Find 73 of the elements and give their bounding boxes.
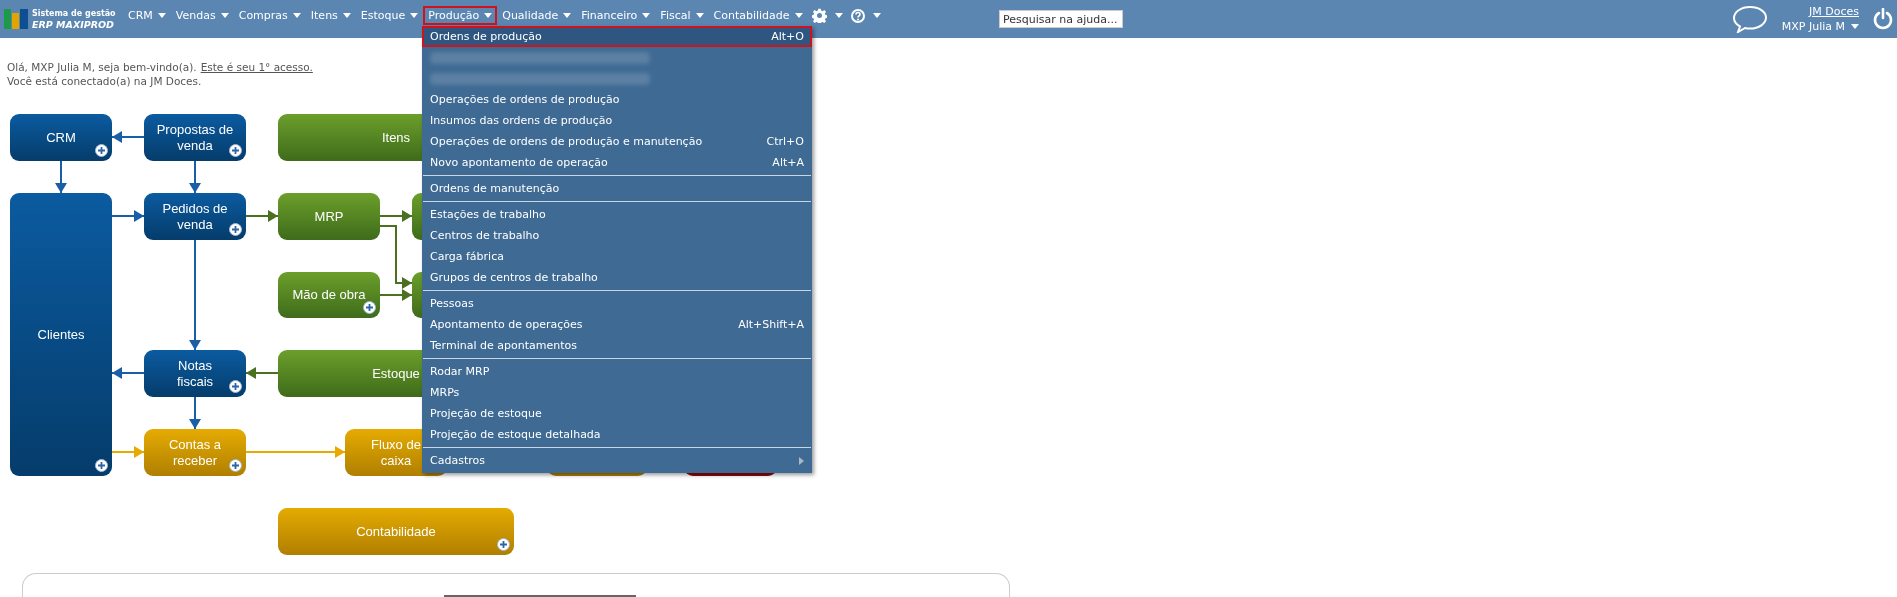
caret-icon — [220, 13, 229, 18]
caret-icon — [342, 13, 351, 18]
nav-menu-item[interactable]: Itens — [305, 6, 356, 25]
menu-item[interactable]: Ordens de produção Alt+O — [422, 26, 812, 47]
add-icon[interactable] — [229, 144, 242, 157]
nav-menu-item[interactable]: Produção — [423, 6, 498, 25]
welcome-text: Olá, MXP Julia M, seja bem-vindo(a). — [7, 60, 197, 74]
flow-node[interactable]: CRM — [10, 114, 112, 161]
company-link[interactable]: JM Doces — [1809, 5, 1859, 18]
caret-icon — [157, 13, 166, 18]
add-icon[interactable] — [229, 459, 242, 472]
nav-menu-item[interactable]: Vendas — [170, 6, 234, 25]
nav-menu-item[interactable]: Financeiro — [576, 6, 656, 25]
chat-bubble-icon[interactable] — [1731, 5, 1768, 33]
flow-node[interactable]: Notas fiscais — [144, 350, 246, 397]
caret-icon — [642, 13, 651, 18]
flow-node[interactable]: Contas a receber — [144, 429, 246, 476]
logo-icon — [4, 7, 28, 31]
connector-arrow — [55, 160, 67, 194]
menu-item[interactable]: Projeção de estoque — [422, 403, 812, 424]
caret-icon — [872, 13, 881, 18]
connection-text: Você está conectado(a) na JM Doces. — [7, 74, 202, 88]
user-menu-button[interactable]: MXP Julia M — [1781, 20, 1859, 33]
help-icon — [850, 8, 865, 23]
caret-icon — [292, 13, 301, 18]
caret-icon — [834, 13, 843, 18]
caret-icon — [794, 13, 803, 18]
add-icon[interactable] — [229, 380, 242, 393]
menu-item[interactable]: Pessoas — [422, 293, 812, 314]
add-icon[interactable] — [363, 301, 376, 314]
menu-item[interactable]: Grupos de centros de trabalho — [422, 267, 812, 288]
caret-icon — [563, 13, 572, 18]
connector-arrow — [111, 131, 145, 143]
menu-item[interactable]: Ordens de manutenção — [422, 178, 812, 199]
caret-icon — [484, 13, 493, 18]
nav-menu-item[interactable]: CRM — [123, 6, 171, 25]
add-icon[interactable] — [497, 538, 510, 551]
nav-menu-item[interactable]: Estoque — [355, 6, 424, 25]
caret-icon — [410, 13, 419, 18]
help-search-field[interactable]: Pesquisar na ajuda... — [999, 10, 1123, 28]
connector-arrow — [111, 210, 145, 222]
connector-arrow — [245, 210, 279, 222]
connector-arrow — [111, 446, 145, 458]
nav-menu-item[interactable]: Qualidade — [497, 6, 577, 25]
flow-node[interactable]: Mão de obra — [278, 272, 380, 318]
flow-node[interactable]: Clientes — [10, 193, 112, 476]
connector-arrow — [189, 396, 201, 430]
connector-arrow — [189, 160, 201, 194]
flow-node[interactable]: Pedidos de venda — [144, 193, 246, 240]
power-icon[interactable] — [1873, 8, 1893, 30]
caret-icon — [1851, 24, 1859, 29]
nav-menu-item[interactable]: Contabilidade — [708, 6, 808, 25]
connector-arrow — [245, 367, 279, 379]
add-icon[interactable] — [95, 144, 108, 157]
menu-item[interactable]: Estações de trabalho — [422, 204, 812, 225]
submenu-arrow-icon — [799, 456, 804, 465]
nav-menu-item[interactable]: Fiscal — [655, 6, 709, 25]
nav-menu-item[interactable]: Compras — [233, 6, 306, 25]
menu-item[interactable]: Carga fábrica — [422, 246, 812, 267]
flow-node[interactable]: MRP — [278, 193, 380, 240]
settings-icon — [811, 8, 827, 23]
menu-item[interactable]: Centros de trabalho — [422, 225, 812, 246]
menu-item[interactable]: Operações de ordens de produção — [422, 89, 812, 110]
connector-arrow — [379, 210, 413, 222]
menu-item[interactable]: Apontamento de operações Alt+Shift+A — [422, 314, 812, 335]
add-icon[interactable] — [95, 459, 108, 472]
logo-subtitle: Sistema de gestão — [32, 8, 116, 19]
flow-node[interactable]: Propostas de venda — [144, 114, 246, 161]
connector-arrow — [111, 367, 145, 379]
add-icon[interactable] — [229, 223, 242, 236]
first-access-link[interactable]: Este é seu 1° acesso. — [200, 60, 313, 74]
logo-title: ERP MAXIPROD — [32, 19, 115, 30]
caret-icon — [695, 13, 704, 18]
